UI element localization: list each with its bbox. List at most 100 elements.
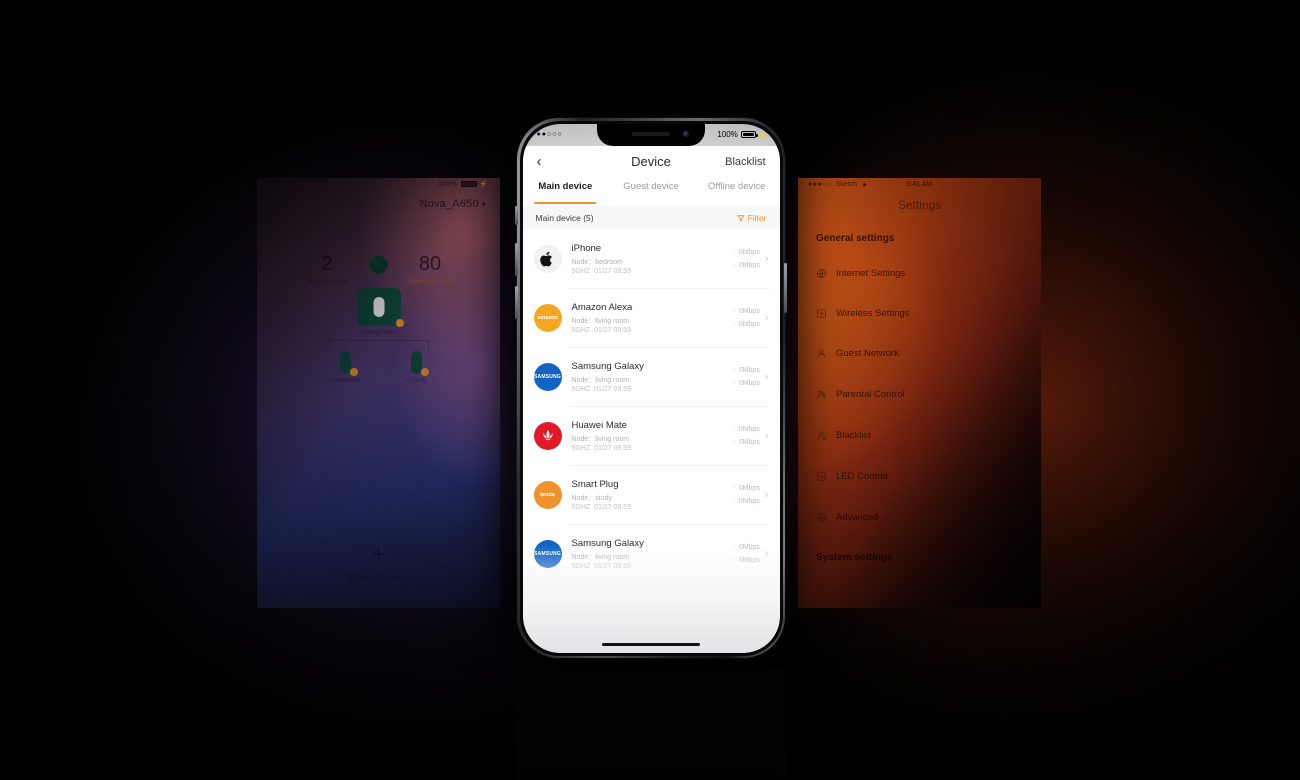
table-row[interactable]: iPhone Node：bedroom 5GHZ 01/27 09:59 ↑ 0M… — [522, 229, 780, 289]
device-band-time: 5GHZ 01/27 09:59 — [571, 445, 632, 453]
upload-speed: 0Mbps — [738, 366, 760, 374]
avatar — [533, 422, 562, 450]
device-info: Amazon Alexa Node：living room 5GHZ 01/27… — [572, 302, 733, 335]
download-arrow-icon: ↓ — [732, 556, 736, 563]
download-speed: 0Mbps — [738, 498, 760, 505]
upload-speed: 0Mbps — [738, 248, 760, 256]
device-band-time: 5GHZ 01/27 09:59 — [571, 563, 632, 571]
chevron-right-icon: › — [764, 311, 769, 324]
download-arrow-icon: ↓ — [732, 379, 736, 386]
device-name: Huawei Mate — [571, 419, 627, 431]
samsung-logo-icon: SAMSUNG — [534, 374, 561, 380]
signal-dots-icon: ●●○○○ — [536, 131, 563, 138]
device-info: Samsung Galaxy Node：living room 5GHZ 01/… — [572, 361, 733, 394]
device-node: Node：living room — [571, 317, 630, 325]
table-row[interactable]: SAMSUNG Samsung Galaxy Node：living room … — [522, 347, 780, 407]
table-row[interactable]: SAMSUNG Samsung Galaxy Node：living room … — [522, 524, 780, 584]
apple-icon — [540, 251, 552, 266]
phone-display: ●●○○○ 100% ⚡ ‹ Device Blacklist Main dev… — [522, 123, 780, 653]
volume-up-button[interactable] — [515, 243, 518, 276]
filter-icon — [736, 214, 745, 222]
mute-switch[interactable] — [515, 206, 518, 225]
device-band-time: 5GHZ 01/27 09:59 — [571, 504, 632, 512]
center-phone: ●●○○○ 100% ⚡ ‹ Device Blacklist Main dev… — [515, 118, 787, 658]
avatar: SAMSUNG — [533, 540, 562, 568]
device-band-time: 5GHZ 01/27 09:59 — [571, 327, 632, 335]
app-screen: ●●○○○ 100% ⚡ ‹ Device Blacklist Main dev… — [522, 123, 780, 653]
tab-bar: Main device Guest device Offline device — [522, 177, 780, 206]
chevron-right-icon: › — [764, 547, 769, 560]
tab-offline-device[interactable]: Offline device — [694, 178, 780, 206]
device-node: Node：living room — [571, 376, 630, 384]
tab-guest-device[interactable]: Guest device — [608, 178, 694, 206]
list-count-label: Main device (5) — [535, 212, 594, 223]
download-arrow-icon: ↓ — [732, 438, 736, 445]
device-node: Node：study — [571, 494, 612, 502]
download-speed: 0Mbps — [738, 262, 760, 269]
table-row[interactable]: Huawei Mate Node：living room 5GHZ 01/27 … — [522, 406, 780, 466]
table-row[interactable]: Tenda Smart Plug Node：study 5GHZ 01/27 0… — [522, 465, 780, 525]
device-speeds: ↑ 0Mbps ↓ 0Mbps — [733, 423, 760, 450]
power-button[interactable] — [784, 263, 787, 313]
device-name: Samsung Galaxy — [571, 360, 644, 372]
device-info: Samsung Galaxy Node：living room 5GHZ 01/… — [572, 538, 733, 571]
device-list[interactable]: iPhone Node：bedroom 5GHZ 01/27 09:59 ↑ 0M… — [522, 229, 780, 653]
device-speeds: ↑ 0Mbps ↓ 0Mbps — [733, 482, 760, 509]
home-indicator[interactable] — [602, 642, 700, 646]
notch — [597, 123, 705, 146]
device-info: iPhone Node：bedroom 5GHZ 01/27 09:59 — [572, 243, 733, 276]
device-speeds: ↑ 0Mbps ↓ 0Mbps — [733, 364, 760, 391]
avatar — [533, 245, 562, 273]
upload-speed: 0Mbps — [738, 425, 760, 433]
scene: 9:41 AM 100% ⚡ Nova_A650▾ 2 devices onli… — [0, 0, 1300, 780]
upload-speed: 0Mbps — [738, 543, 760, 551]
download-arrow-icon: ↓ — [732, 320, 736, 327]
upload-speed: 0Mbps — [738, 307, 760, 315]
front-camera-icon — [683, 130, 689, 137]
download-speed: 0Mbps — [738, 557, 760, 564]
blacklist-button[interactable]: Blacklist — [725, 156, 765, 168]
huawei-icon — [542, 430, 553, 441]
filter-button[interactable]: Filter — [736, 212, 767, 223]
device-node: Node：bedroom — [571, 258, 623, 266]
battery-icon — [740, 131, 758, 138]
right-phone-screen: ●●●○○ Sketch ▲ 9:41 AM Settings General … — [798, 178, 1041, 608]
device-speeds: ↑ 0Mbps ↓ 0Mbps — [733, 246, 760, 273]
left-phone-screen: 9:41 AM 100% ⚡ Nova_A650▾ 2 devices onli… — [257, 178, 500, 608]
table-row[interactable]: amazon Amazon Alexa Node：living room 5GH… — [522, 288, 780, 348]
device-speeds: ↑ 0Mbps ↓ 0Mbps — [733, 305, 760, 332]
device-name: Amazon Alexa — [571, 301, 633, 313]
avatar: SAMSUNG — [533, 363, 562, 391]
device-speeds: ↑ 0Mbps ↓ 0Mbps — [733, 541, 760, 568]
navigation-bar: ‹ Device Blacklist — [522, 145, 780, 178]
left-screen-dim — [257, 178, 500, 608]
device-node: Node：living room — [571, 553, 630, 561]
filter-label: Filter — [747, 212, 767, 223]
volume-down-button[interactable] — [515, 286, 518, 319]
chevron-right-icon: › — [764, 429, 769, 442]
earpiece-speaker — [632, 131, 670, 136]
device-node: Node：living room — [571, 435, 630, 443]
right-screen-dim — [798, 178, 1041, 608]
tenda-logo-icon: Tenda — [540, 492, 555, 498]
upload-arrow-icon: ↑ — [732, 307, 736, 314]
upload-arrow-icon: ↑ — [732, 366, 736, 373]
chevron-right-icon: › — [764, 488, 769, 501]
avatar: amazon — [533, 304, 562, 332]
download-speed: 0Mbps — [738, 321, 760, 328]
page-title: Device — [631, 154, 671, 169]
avatar: Tenda — [533, 481, 562, 509]
reflection-fade-mask — [517, 668, 785, 780]
chevron-right-icon: › — [764, 252, 769, 265]
upload-arrow-icon: ↑ — [732, 543, 736, 550]
device-name: Smart Plug — [571, 478, 619, 490]
device-band-time: 5GHZ 01/27 09:59 — [571, 268, 632, 276]
upload-arrow-icon: ↑ — [732, 248, 736, 255]
device-info: Huawei Mate Node：living room 5GHZ 01/27 … — [572, 420, 733, 453]
tab-main-device[interactable]: Main device — [523, 178, 609, 206]
device-name: iPhone — [571, 242, 602, 254]
back-icon[interactable]: ‹ — [537, 154, 542, 169]
charging-icon: ⚡ — [758, 131, 768, 139]
device-info: Smart Plug Node：study 5GHZ 01/27 09:59 — [572, 479, 733, 512]
download-speed: 0Mbps — [738, 380, 760, 387]
